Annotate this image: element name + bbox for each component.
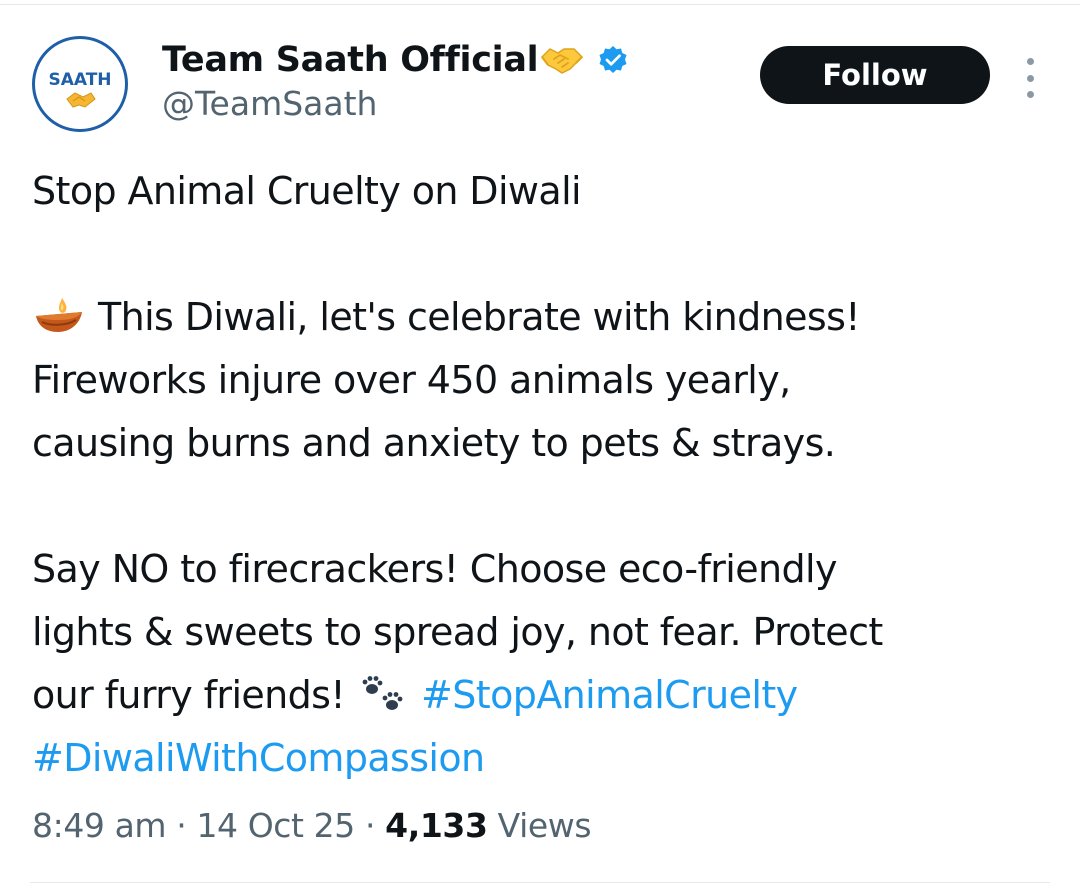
bottom-divider — [30, 882, 1050, 883]
author-handle[interactable]: @TeamSaath — [162, 84, 377, 123]
more-options-icon[interactable] — [1018, 58, 1042, 98]
tweet-line: Say NO to firecrackers! Choose eco-frien… — [32, 547, 837, 591]
more-dot — [1026, 74, 1034, 82]
tweet-line: Fireworks injure over 450 animals yearly… — [32, 358, 791, 402]
tweet-metadata: 8:49 am · 14 Oct 25 · 4,133 Views — [32, 806, 592, 845]
tweet-line: Stop Animal Cruelty on Diwali — [32, 169, 582, 213]
more-dot — [1026, 91, 1034, 98]
follow-button[interactable]: Follow — [760, 46, 990, 104]
top-divider — [0, 4, 1080, 5]
hashtag-link[interactable]: #DiwaliWithCompassion — [32, 736, 485, 780]
hashtag-link[interactable]: #StopAnimalCruelty — [421, 673, 798, 717]
more-dot — [1026, 58, 1034, 65]
tweet-text: Stop Animal Cruelty on Diwali This Diwal… — [32, 160, 1052, 790]
avatar-logo-text: SAATH — [48, 70, 111, 90]
tweet-line-text: This Diwali, let's celebrate with kindne… — [98, 295, 861, 339]
meta-separator: · — [354, 806, 386, 845]
tweet-date[interactable]: 14 Oct 25 — [196, 806, 355, 845]
tweet-line: #DiwaliWithCompassion — [32, 727, 1052, 790]
views-count: 4,133 — [385, 806, 488, 845]
diya-lamp-emoji-icon — [32, 292, 86, 332]
paw-prints-emoji-icon — [359, 670, 407, 710]
tweet-line: This Diwali, let's celebrate with kindne… — [32, 286, 1052, 349]
author-display-name[interactable]: Team Saath Official — [162, 40, 539, 80]
verified-badge-icon — [598, 45, 628, 75]
tweet-line: our furry friends! #StopAnimalCruelty — [32, 664, 1052, 727]
tweet-line-text: our furry friends! — [32, 673, 346, 717]
views-label: Views — [487, 806, 592, 845]
avatar[interactable]: SAATH — [32, 36, 128, 132]
tweet-time[interactable]: 8:49 am — [32, 806, 167, 845]
tweet-line: lights & sweets to spread joy, not fear.… — [32, 610, 883, 654]
meta-separator: · — [166, 806, 197, 845]
author-name-row[interactable]: Team Saath Official — [162, 38, 628, 82]
tweet-line: causing burns and anxiety to pets & stra… — [32, 421, 836, 465]
handshake-emoji-icon — [540, 43, 584, 77]
